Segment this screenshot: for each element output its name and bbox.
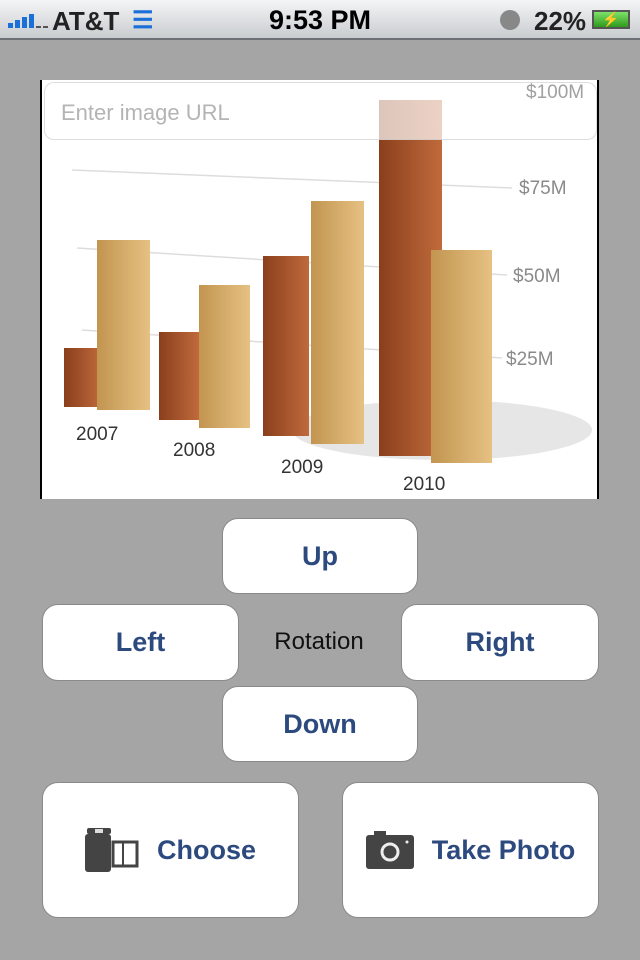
take-photo-button[interactable]: Take Photo: [342, 782, 599, 918]
rotation-label: Rotation: [274, 628, 364, 655]
left-button[interactable]: Left: [42, 604, 239, 681]
x-label: 2007: [76, 424, 118, 445]
y-label: $75M: [519, 178, 567, 199]
x-label: 2008: [173, 440, 215, 461]
y-label: $25M: [506, 349, 554, 370]
right-button[interactable]: Right: [401, 604, 599, 681]
y-label: $50M: [513, 266, 561, 287]
choose-button[interactable]: Choose: [42, 782, 299, 918]
chart-picture: $75M $50M $25M 2007 2008 2009 2010: [64, 100, 592, 495]
chart-image: $75M $50M $25M 2007 2008 2009 2010 Enter…: [40, 80, 599, 499]
up-button[interactable]: Up: [222, 518, 418, 594]
battery-charging-icon: ⚡: [592, 10, 630, 29]
bar-2008-a: [159, 332, 199, 420]
camera-icon: [365, 831, 414, 869]
bar-2009-a: [263, 256, 309, 436]
choose-label: Choose: [156, 834, 256, 865]
url-input[interactable]: Enter image URL: [44, 82, 597, 140]
x-label: 2010: [403, 474, 445, 495]
x-label: 2009: [281, 457, 323, 478]
take-photo-label: Take Photo: [431, 834, 576, 865]
bar-2009-b: [311, 201, 364, 444]
bar-2007-b: [97, 240, 150, 410]
status-bar: AT&T ☰ 9:53 PM 22% ⚡: [0, 0, 640, 40]
down-button[interactable]: Down: [222, 686, 418, 762]
film-roll-icon: [84, 828, 139, 872]
clock-icon: [500, 10, 520, 30]
bar-2010-b: [431, 250, 492, 463]
bar-2008-b: [199, 285, 250, 428]
bar-2007-a: [64, 348, 102, 407]
battery-percent: 22%: [534, 6, 587, 36]
